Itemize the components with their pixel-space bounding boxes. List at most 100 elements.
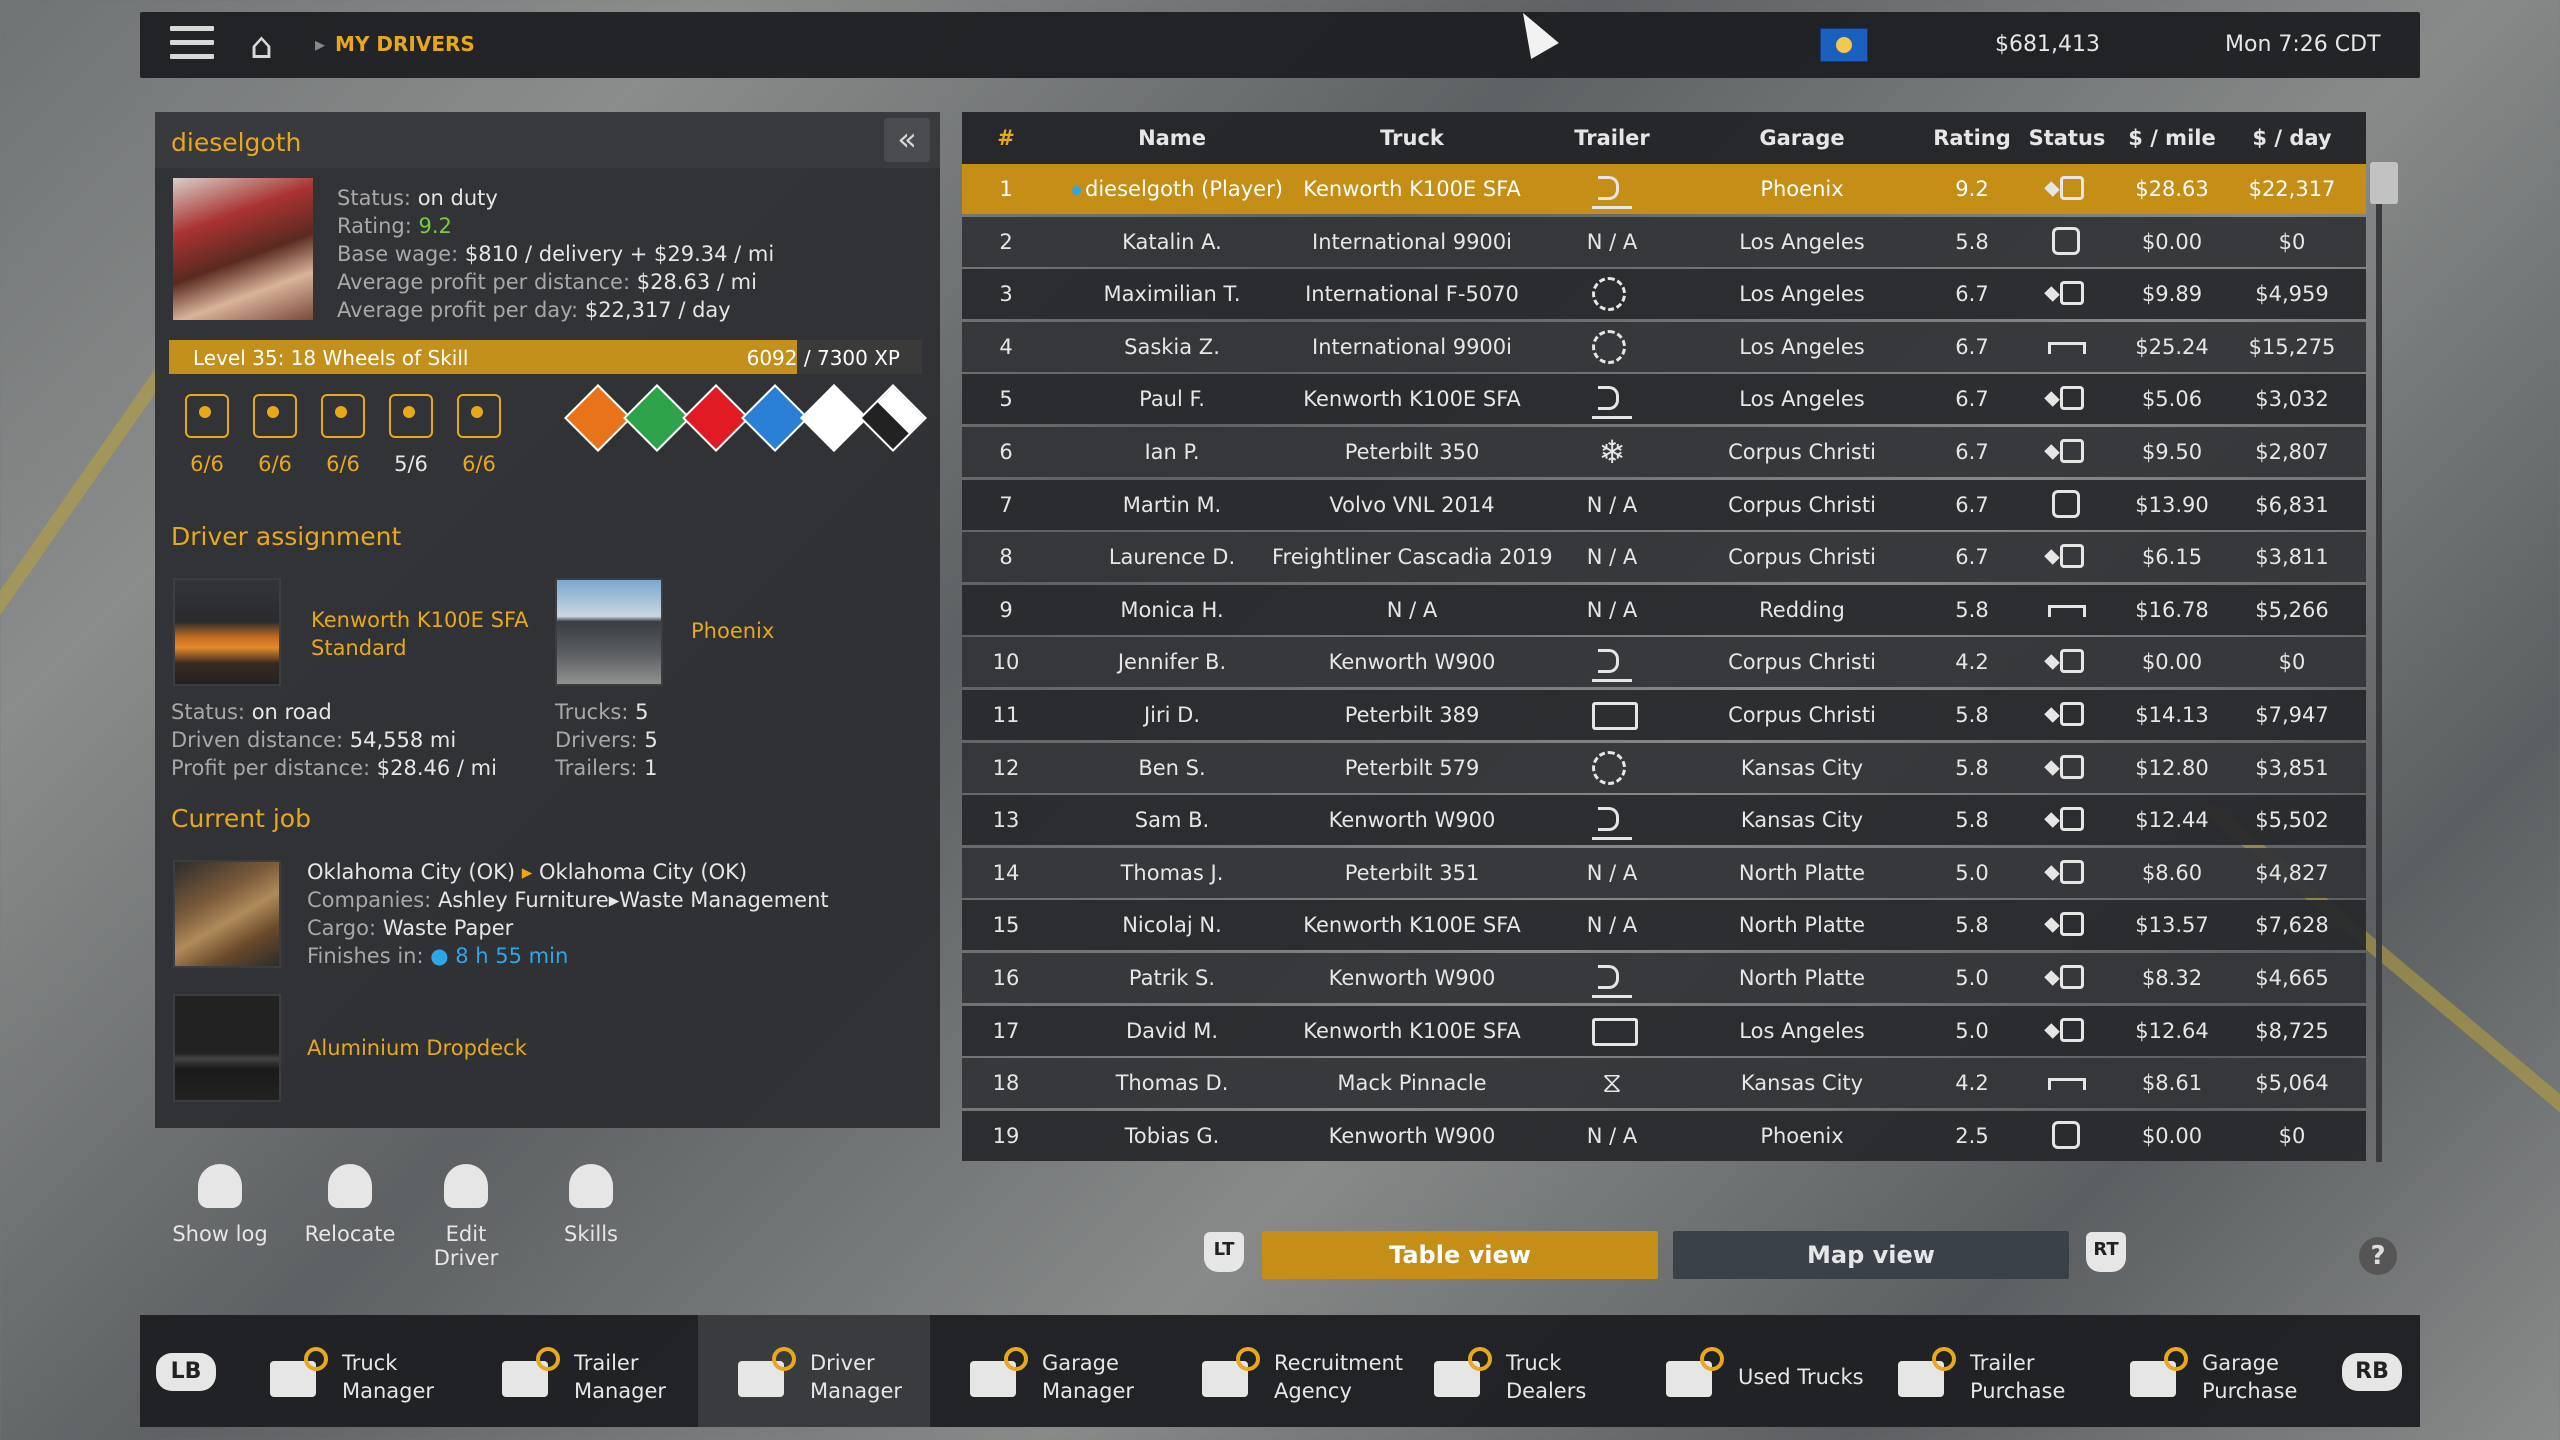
assigned-truck[interactable]: Kenworth K100E SFA Standard (311, 606, 528, 662)
cell-truck: Kenworth K100E SFA (1303, 387, 1521, 412)
nav-garage-purchase[interactable]: Garage Purchase (2090, 1315, 2322, 1427)
trucks-label: Trucks: (555, 700, 629, 724)
rt-button-icon[interactable]: RT (2086, 1232, 2126, 1272)
col-trailer[interactable]: Trailer (1552, 126, 1672, 150)
high-value-cargo-icon (253, 394, 297, 438)
table-row[interactable]: 8 Laurence D. Freightliner Cascadia 2019 N … (962, 532, 2366, 583)
table-row[interactable]: 13 Sam B. Kenworth W900 Kansas City 5.8 $12.4… (962, 795, 2366, 846)
cell-rating: 5.0 (1955, 1018, 1989, 1043)
nav-used-trucks[interactable]: Used Trucks (1626, 1315, 1864, 1427)
assigned-truck-image[interactable] (173, 578, 281, 686)
col-name[interactable]: Name (1072, 126, 1272, 150)
menu-icon[interactable] (170, 26, 214, 64)
cell-rating: 5.8 (1955, 808, 1989, 833)
table-row[interactable]: 15 Nicolaj N. Kenworth K100E SFA N / A North… (962, 900, 2366, 951)
table-row[interactable]: 2 Katalin A. International 9900i N / A Los A… (962, 216, 2366, 267)
nav-recruitment-agency[interactable]: Recruitment Agency (1162, 1315, 1403, 1427)
xp-current: 6092 (746, 346, 798, 370)
nav-label: Driver Manager (810, 1351, 903, 1403)
lt-button-icon[interactable]: LT (1204, 1232, 1244, 1272)
table-row[interactable]: 10 Jennifer B. Kenworth W900 Corpus Christi… (962, 637, 2366, 688)
cell-mile: $0.00 (2141, 1123, 2203, 1148)
nav-trailer-purchase[interactable]: Trailer Purchase (1858, 1315, 2090, 1427)
cell-name-text: dieselgoth (Player) (1085, 177, 1283, 201)
table-row[interactable]: 18 Thomas D. Mack Pinnacle ⧖ Kansas City 4.2 $… (962, 1058, 2366, 1109)
route-arrow-icon: ▸ (521, 860, 533, 884)
table-scrollbar[interactable] (2370, 162, 2398, 1162)
cell-rating: 6.7 (1955, 545, 1989, 570)
show-log-button[interactable]: Show log (165, 1158, 275, 1246)
table-row[interactable]: 6 Ian P. Peterbilt 350 ❄ Corpus Christi 6.7 $9… (962, 427, 2366, 477)
trailers-value: 1 (644, 756, 658, 780)
col-garage[interactable]: Garage (1682, 126, 1922, 150)
status-label: Status: (337, 186, 411, 210)
cell-truck: Kenworth W900 (1328, 808, 1496, 833)
table-row[interactable]: 14 Thomas J. Peterbilt 351 N / A North Platt… (962, 847, 2366, 898)
scrollbar-thumb[interactable] (2370, 162, 2398, 204)
table-view-button[interactable]: Table view (1262, 1231, 1658, 1279)
cell-mile: $6.15 (2141, 545, 2203, 570)
cell-name: Saskia Z. (1124, 334, 1220, 359)
trailer-icon (1592, 803, 1632, 841)
table-row[interactable]: 3 Maximilian T. International F-5070 Los An… (962, 269, 2366, 320)
help-icon[interactable]: ? (2359, 1237, 2397, 1275)
explosives-adr-icon (564, 384, 632, 452)
table-row[interactable]: 5 Paul F. Kenworth K100E SFA Los Angeles 6.7… (962, 374, 2366, 425)
cell-n: 5 (999, 387, 1013, 412)
table-row[interactable]: 12 Ben S. Peterbilt 579 Kansas City 5.8 $12.8… (962, 742, 2366, 793)
nav-garage-manager[interactable]: Garage Manager (930, 1315, 1162, 1427)
skills-button[interactable]: Skills (551, 1158, 631, 1246)
table-row[interactable]: 17 David M. Kenworth K100E SFA Los Angeles 5… (962, 1005, 2366, 1056)
flammable-solids-adr-icon (741, 384, 809, 452)
cell-truck: Kenworth W900 (1328, 966, 1496, 990)
cell-n: 14 (992, 860, 1020, 885)
col-truck[interactable]: Truck (1272, 126, 1552, 150)
relocate-button[interactable]: Relocate (295, 1158, 405, 1246)
table-row[interactable]: 9 Monica H. N / A N / A Redding 5.8 $16.78 $5,2… (962, 584, 2366, 635)
table-row[interactable]: 11 Jiri D. Peterbilt 389 Corpus Christi 5.8 $… (962, 690, 2366, 740)
finishes-value: 8 h 55 min (455, 944, 569, 968)
company-arrow-icon: ▸ (608, 888, 620, 912)
driving-icon (2046, 910, 2088, 940)
col-per-day[interactable]: $ / day (2232, 126, 2352, 150)
nav-trailer-manager[interactable]: Trailer Manager (462, 1315, 694, 1427)
idle-icon (2046, 489, 2088, 520)
truck-manager-icon (270, 1343, 328, 1399)
cell-rating: 4.2 (1955, 1071, 1989, 1096)
assigned-garage[interactable]: Phoenix (691, 619, 774, 643)
driver-detail-panel: dieselgoth « Status: on duty Rating: 9.2… (155, 112, 940, 1270)
assigned-garage-image[interactable] (555, 578, 663, 686)
skill-just-in-time: 5/6 (383, 394, 439, 476)
col-per-mile[interactable]: $ / mile (2112, 126, 2232, 150)
col-number[interactable]: # (976, 126, 1036, 150)
cell-name: David M. (1125, 1018, 1219, 1043)
table-row[interactable]: 16 Patrik S. Kenworth W900 North Platte 5.0 $… (962, 953, 2366, 1003)
collapse-panel-button[interactable]: « (884, 118, 930, 162)
flammable-liquids-adr-icon (682, 384, 750, 452)
nav-driver-manager[interactable]: Driver Manager (698, 1315, 930, 1427)
cell-rating: 6.7 (1955, 440, 1989, 464)
nav-truck-dealers[interactable]: Truck Dealers (1394, 1315, 1626, 1427)
cell-truck: Kenworth K100E SFA (1303, 913, 1521, 938)
table-row[interactable]: 19 Tobias G. Kenworth W900 N / A Phoenix 2.5 $… (962, 1110, 2366, 1161)
table-row[interactable]: 4 Saskia Z. International 9900i Los Angeles… (962, 321, 2366, 372)
cell-name: Tobias G. (1124, 1123, 1220, 1148)
edit-driver-button[interactable]: Edit Driver (421, 1158, 511, 1270)
table-row[interactable]: 1 dieselgoth (Player) Kenworth K100E SFA Ph… (962, 164, 2366, 214)
table-row[interactable]: 7 Martin M. Volvo VNL 2014 N / A Corpus Chri… (962, 479, 2366, 530)
job-origin: Oklahoma City (OK) (307, 860, 516, 884)
map-view-button[interactable]: Map view (1673, 1231, 2069, 1279)
company-origin: Ashley Furniture (437, 888, 609, 912)
cell-mile: $13.90 (2135, 492, 2209, 517)
cell-trailer: N / A (1586, 597, 1638, 622)
col-rating[interactable]: Rating (1922, 126, 2022, 150)
col-status[interactable]: Status (2022, 126, 2112, 150)
nav-truck-manager[interactable]: Truck Manager (230, 1315, 462, 1427)
cell-name: Nicolaj N. (1122, 913, 1222, 938)
lb-button-icon[interactable]: LB (156, 1353, 216, 1391)
home-icon[interactable]: ⌂ (250, 26, 273, 67)
rb-button-icon[interactable]: RB (2342, 1353, 2402, 1391)
xp-progress-bar: Level 35: 18 Wheels of Skill 6092 / 7300… (169, 340, 922, 374)
nav-label: Recruitment Agency (1274, 1351, 1404, 1403)
cell-garage: North Platte (1738, 966, 1866, 990)
